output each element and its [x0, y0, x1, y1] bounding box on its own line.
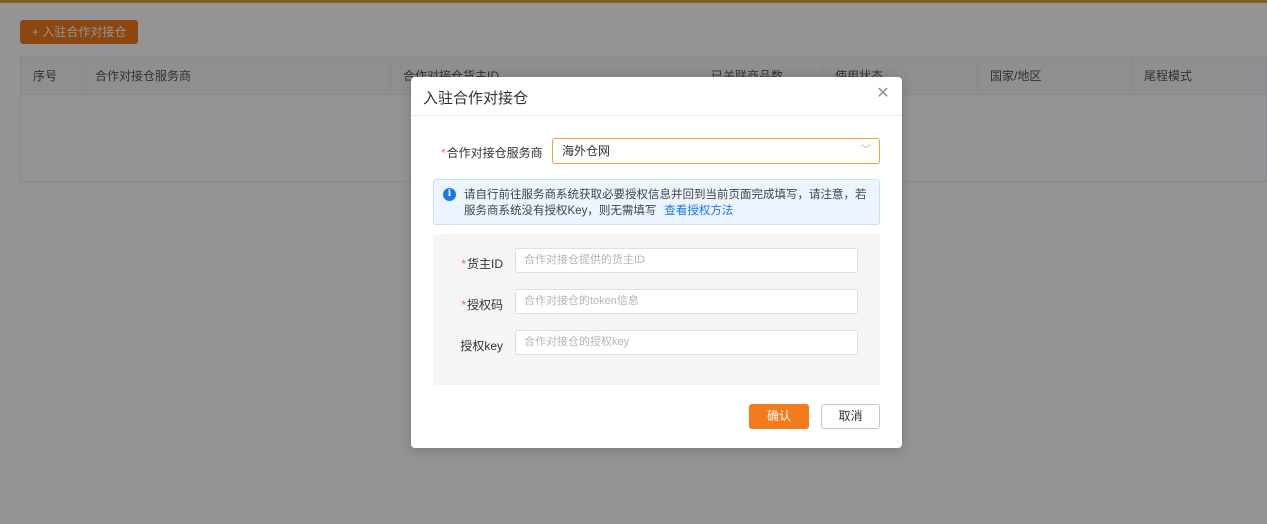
chevron-down-icon: ﹀ [861, 145, 871, 156]
provider-select[interactable]: 海外仓网 ﹀ [552, 138, 880, 164]
auth-code-input[interactable]: 合作对接仓的token信息 [515, 289, 858, 314]
alert-text: 请自行前往服务商系统获取必要授权信息并回到当前页面完成填写，请注意，若服务商系统… [464, 189, 867, 217]
owner-id-label: *货主ID [461, 257, 503, 271]
info-icon: i [443, 188, 456, 201]
join-warehouse-dialog: 入驻合作对接仓 ✕ *合作对接仓服务商 海外仓网 ﹀ i 请自行前往服务商系统获… [411, 77, 902, 448]
auth-key-label: 授权key [460, 339, 503, 353]
provider-select-value: 海外仓网 [562, 144, 611, 158]
provider-row: *合作对接仓服务商 [441, 144, 543, 161]
close-icon[interactable]: ✕ [876, 86, 890, 102]
provider-label: *合作对接仓服务商 [441, 146, 543, 160]
dialog-title: 入驻合作对接仓 [423, 90, 529, 107]
owner-id-input[interactable]: 合作对接仓提供的货主ID [515, 248, 858, 273]
cancel-button[interactable]: 取消 [821, 404, 880, 429]
confirm-button[interactable]: 确认 [749, 404, 809, 429]
auth-code-label: *授权码 [461, 298, 503, 312]
auth-key-input[interactable]: 合作对接仓的授权key [515, 330, 858, 355]
dialog-header: 入驻合作对接仓 ✕ [411, 77, 902, 116]
info-alert: i 请自行前往服务商系统获取必要授权信息并回到当前页面完成填写，请注意，若服务商… [433, 179, 880, 225]
auth-fields-panel: *货主ID 合作对接仓提供的货主ID *授权码 合作对接仓的token信息 授权… [433, 234, 880, 385]
view-auth-method-link[interactable]: 查看授权方法 [664, 205, 733, 217]
